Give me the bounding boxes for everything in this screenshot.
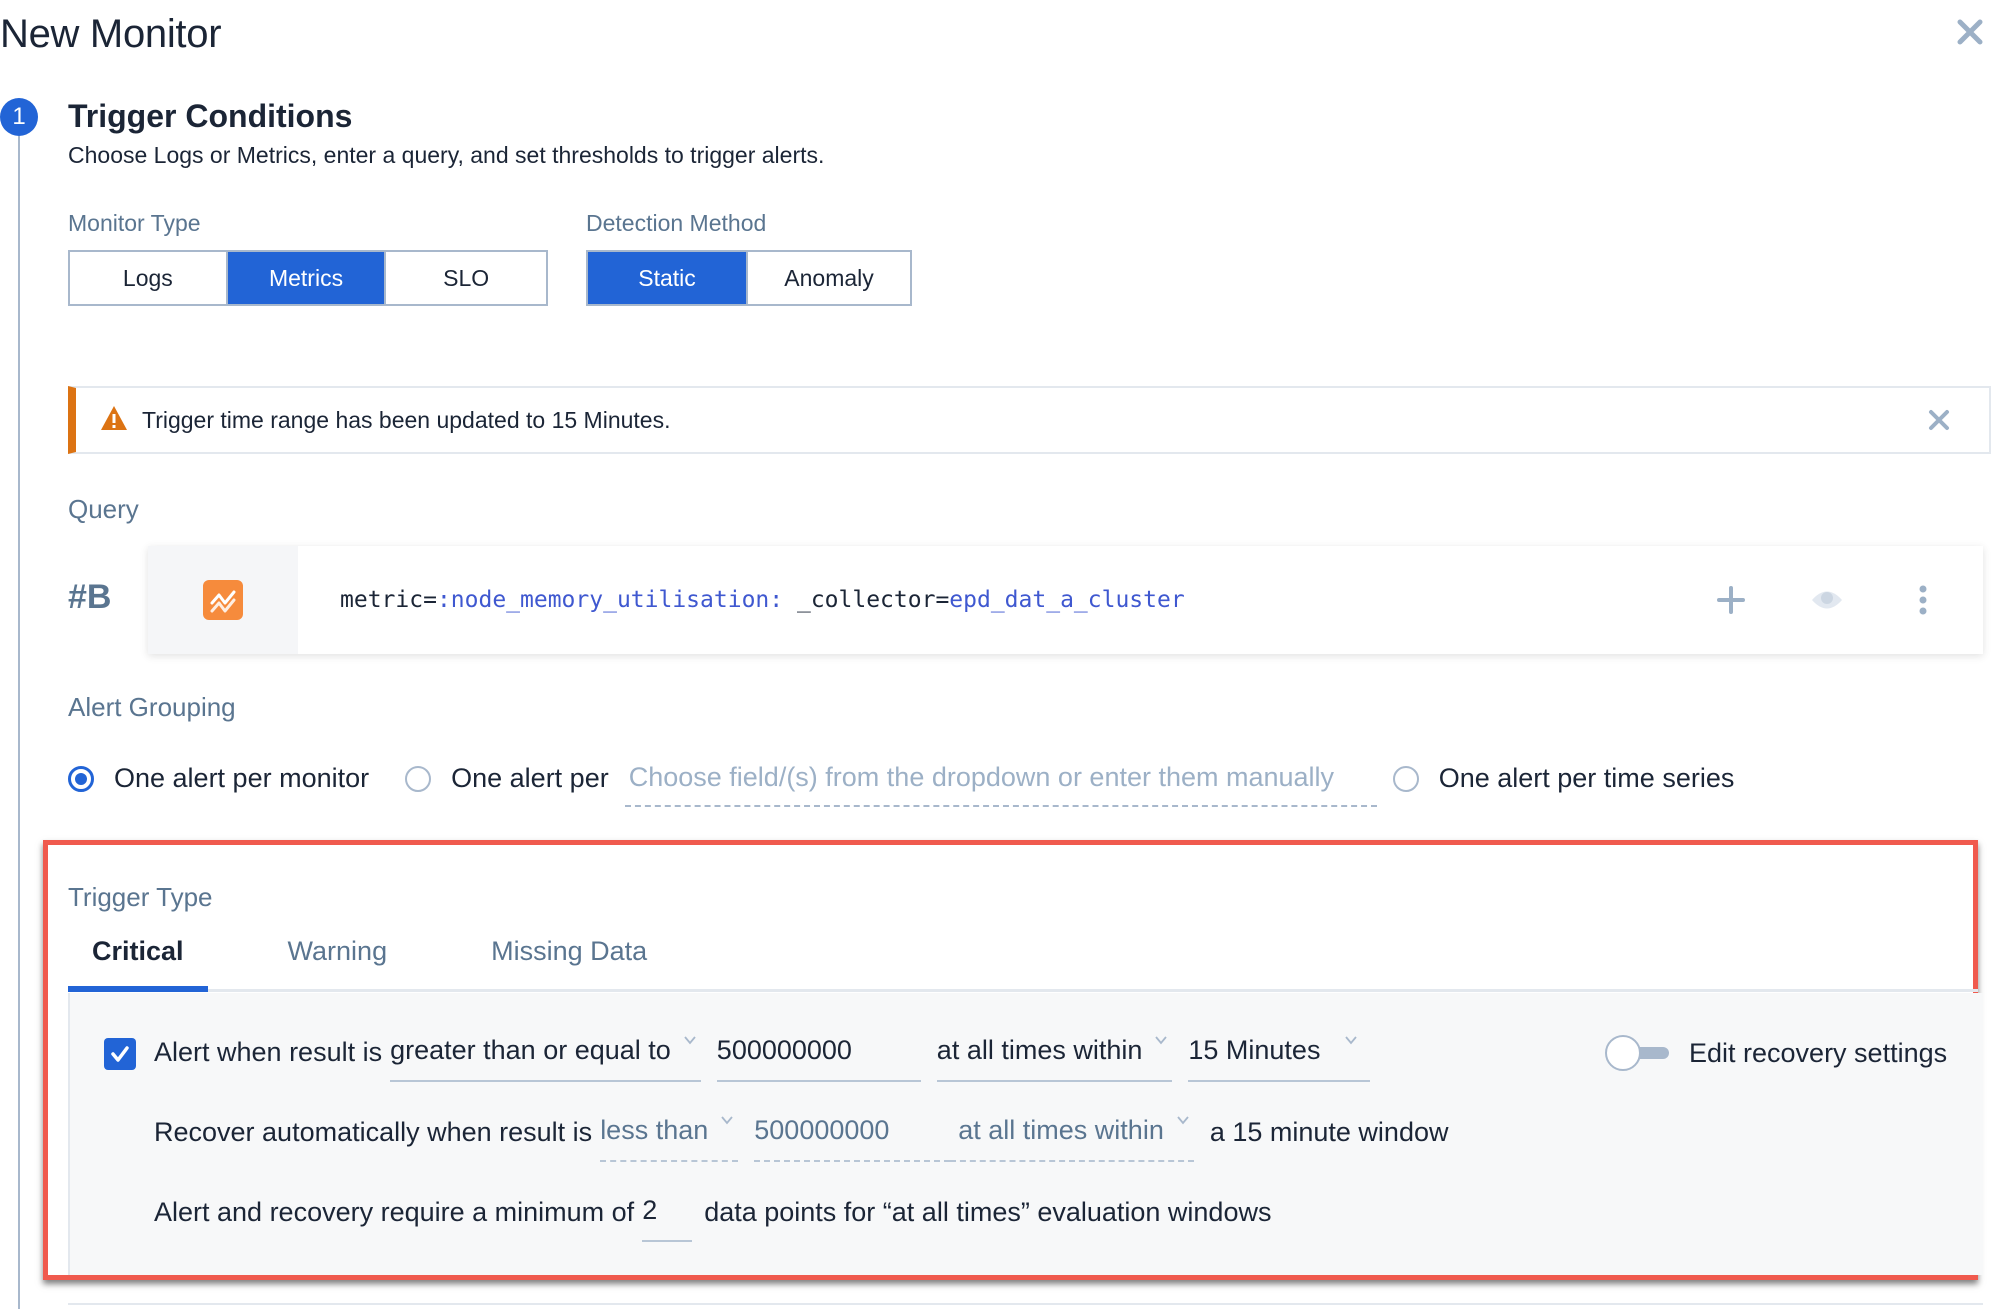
min-datapoints-prefix: Alert and recovery require a minimum of xyxy=(154,1197,635,1227)
edit-recovery-label: Edit recovery settings xyxy=(1689,1037,1948,1068)
monitor-type-logs-button[interactable]: Logs xyxy=(70,252,228,304)
chevron-down-icon xyxy=(1345,1036,1358,1045)
radio-label-per-time-series: One alert per time series xyxy=(1438,763,1735,793)
warning-banner: Trigger time range has been updated to 1… xyxy=(68,386,1991,454)
chevron-down-icon xyxy=(1177,1116,1189,1125)
warning-banner-text: Trigger time range has been updated to 1… xyxy=(142,406,671,433)
alert-grouping-options: One alert per monitor One alert per Choo… xyxy=(68,756,1735,807)
alert-condition-prefix: Alert when result is xyxy=(154,1037,383,1067)
recovery-operator-select[interactable]: less than xyxy=(600,1115,739,1162)
query-type-cell xyxy=(148,546,298,654)
min-datapoints-suffix: data points for “at all times” evaluatio… xyxy=(704,1197,1272,1227)
section-subtitle: Choose Logs or Metrics, enter a query, a… xyxy=(68,142,825,168)
radio-label-per-monitor: One alert per monitor xyxy=(114,763,370,793)
alert-occurrence-select[interactable]: at all times within xyxy=(936,1035,1173,1082)
critical-enabled-checkbox[interactable] xyxy=(104,1038,136,1070)
detection-method-label: Detection Method xyxy=(586,210,767,236)
monitor-type-metrics-button[interactable]: Metrics xyxy=(227,252,387,304)
query-key-metric: metric= xyxy=(340,587,437,613)
tab-warning[interactable]: Warning xyxy=(264,928,412,989)
monitor-type-segmented-control: Logs Metrics SLO xyxy=(68,250,548,306)
radio-one-alert-per-time-series[interactable] xyxy=(1392,765,1419,792)
recovery-window-text: a 15 minute window xyxy=(1209,1117,1449,1147)
toggle-switch[interactable] xyxy=(1605,1035,1671,1071)
query-row: metric=:node_memory_utilisation: _collec… xyxy=(148,546,1983,654)
query-id: #B xyxy=(68,578,112,616)
section-divider xyxy=(68,1303,1983,1305)
group-by-field-input[interactable]: Choose field/(s) from the dropdown or en… xyxy=(624,762,1377,807)
tab-critical[interactable]: Critical xyxy=(68,928,208,992)
monitor-type-slo-button[interactable]: SLO xyxy=(386,252,546,304)
alert-operator-value: greater than or equal to xyxy=(390,1035,671,1065)
tab-missing-data[interactable]: Missing Data xyxy=(467,928,671,989)
query-value-collector: epd_dat_a_cluster xyxy=(949,587,1185,613)
edit-recovery-toggle[interactable]: Edit recovery settings xyxy=(1605,1035,1947,1071)
query-value-metric: :node_memory_utilisation: xyxy=(436,587,784,613)
alert-window-value: 15 Minutes xyxy=(1188,1035,1321,1065)
recovery-operator-value: less than xyxy=(600,1115,709,1145)
step-connector-line xyxy=(18,136,20,1309)
alert-threshold-input[interactable]: 500000000 xyxy=(716,1035,921,1082)
radio-one-alert-per-monitor[interactable] xyxy=(68,765,94,792)
page-title: New Monitor xyxy=(0,12,222,56)
banner-close-icon[interactable] xyxy=(1925,406,1953,434)
step-number-badge: 1 xyxy=(0,98,38,136)
recovery-occurrence-value: at all times within xyxy=(958,1115,1164,1145)
close-icon[interactable] xyxy=(1950,12,1990,52)
recovery-condition-row: Recover automatically when result is les… xyxy=(154,1115,1448,1162)
detection-method-segmented-control: Static Anomaly xyxy=(586,250,912,306)
chevron-down-icon xyxy=(684,1036,696,1045)
detection-method-static-button[interactable]: Static xyxy=(588,252,749,304)
alert-operator-select[interactable]: greater than or equal to xyxy=(390,1035,701,1082)
min-datapoints-input[interactable]: 2 xyxy=(642,1195,693,1242)
chevron-down-icon xyxy=(1155,1036,1168,1045)
recovery-occurrence-select[interactable]: at all times within xyxy=(950,1115,1194,1162)
radio-label-per-field: One alert per xyxy=(451,763,609,793)
trigger-type-tabs: Critical Warning Missing Data xyxy=(68,928,1978,992)
eye-icon[interactable] xyxy=(1807,580,1847,620)
warning-icon xyxy=(100,405,128,436)
radio-one-alert-per-field[interactable] xyxy=(405,765,432,792)
chevron-down-icon xyxy=(721,1116,733,1125)
query-key-collector: _collector= xyxy=(783,587,950,613)
alert-grouping-label: Alert Grouping xyxy=(68,692,236,722)
min-datapoints-row: Alert and recovery require a minimum of … xyxy=(154,1195,1271,1242)
critical-trigger-panel: Alert when result is greater than or equ… xyxy=(68,993,1983,1275)
query-input[interactable]: metric=:node_memory_utilisation: _collec… xyxy=(340,587,1185,613)
recovery-threshold-input[interactable]: 500000000 xyxy=(754,1115,951,1162)
alert-condition-row: Alert when result is greater than or equ… xyxy=(104,1035,1378,1082)
detection-method-anomaly-button[interactable]: Anomaly xyxy=(748,252,910,304)
trigger-type-label: Trigger Type xyxy=(68,882,213,912)
add-query-icon[interactable] xyxy=(1711,580,1751,620)
monitor-type-label: Monitor Type xyxy=(68,210,201,236)
query-label: Query xyxy=(68,494,139,524)
alert-occurrence-value: at all times within xyxy=(936,1035,1143,1065)
more-options-icon[interactable] xyxy=(1903,580,1943,620)
recovery-condition-prefix: Recover automatically when result is xyxy=(154,1117,593,1147)
metrics-query-icon xyxy=(203,580,243,620)
alert-window-select[interactable]: 15 Minutes xyxy=(1188,1035,1371,1082)
section-title: Trigger Conditions xyxy=(68,98,353,134)
